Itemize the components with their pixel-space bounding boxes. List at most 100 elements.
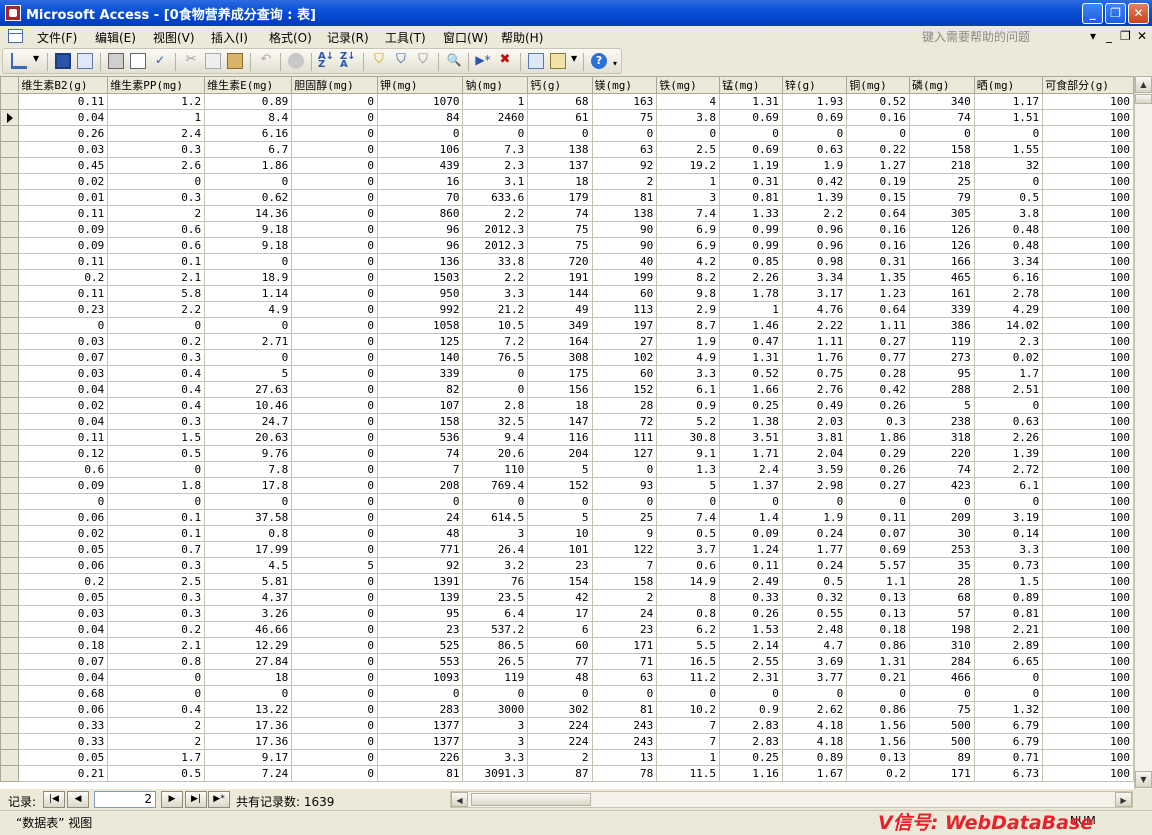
table-row[interactable]: 0.03 0.3 6.7 0 106 7.3 138 63 2.5 0.69 0.63 0.22 158… [0, 141, 1134, 158]
table-cell[interactable]: 1.4 [719, 509, 783, 526]
table-cell[interactable]: 310 [909, 637, 975, 654]
table-row[interactable]: 0.26 2.4 6.16 0 0 0 0 0 0 0 0 0 0 0 100 [0, 125, 1134, 142]
record-selector[interactable] [0, 381, 20, 398]
table-cell[interactable]: 6.16 [973, 269, 1044, 286]
record-selector[interactable] [0, 749, 20, 766]
table-cell[interactable]: 6.7 [204, 141, 293, 158]
table-cell[interactable]: 0.24 [781, 557, 848, 574]
table-cell[interactable]: 0.52 [719, 365, 783, 382]
table-cell[interactable]: 6.9 [656, 221, 721, 238]
table-cell[interactable]: 0.16 [846, 221, 911, 238]
table-cell[interactable]: 57 [909, 605, 975, 622]
table-cell[interactable]: 0.6 [107, 221, 206, 238]
table-cell[interactable]: 72 [591, 413, 658, 430]
table-cell[interactable]: 37.58 [204, 509, 293, 526]
table-cell[interactable]: 2.22 [781, 317, 848, 334]
table-cell[interactable]: 1 [107, 109, 206, 126]
table-cell[interactable]: 2.2 [781, 205, 848, 222]
record-selector[interactable] [0, 541, 20, 558]
table-cell[interactable]: 1.31 [846, 653, 911, 670]
filter-by-selection-icon[interactable]: ⛉ [371, 53, 387, 69]
table-cell[interactable]: 2.2 [462, 205, 529, 222]
table-cell[interactable]: 0 [462, 125, 529, 142]
table-cell[interactable]: 0.3 [846, 413, 911, 430]
table-cell[interactable]: 0 [719, 493, 783, 510]
table-row[interactable]: 0.06 0.4 13.22 0 283 3000 302 81 10.2 0.9 2.62 0.86… [0, 701, 1134, 718]
table-cell[interactable]: 2.51 [973, 381, 1044, 398]
table-cell[interactable]: 100 [1042, 93, 1134, 110]
table-cell[interactable]: 100 [1042, 669, 1134, 686]
table-cell[interactable]: 100 [1042, 221, 1134, 238]
table-cell[interactable]: 3.69 [781, 653, 848, 670]
new-record-icon[interactable]: ▶* [475, 53, 491, 69]
table-cell[interactable]: 0.07 [18, 349, 109, 366]
copy-icon[interactable] [205, 53, 221, 69]
table-cell[interactable]: 0 [291, 381, 378, 398]
table-cell[interactable]: 7.4 [656, 205, 721, 222]
record-selector[interactable] [0, 477, 20, 494]
table-cell[interactable]: 769.4 [462, 477, 529, 494]
table-row[interactable]: 0.11 0.1 0 0 136 33.8 720 40 4.2 0.85 0.98 0.31 166 3… [0, 253, 1134, 270]
table-cell[interactable]: 0.2 [107, 621, 206, 638]
table-cell[interactable]: 10.5 [462, 317, 529, 334]
last-record-button[interactable]: ▶| [185, 791, 207, 808]
record-selector[interactable] [0, 445, 20, 462]
view-dropdown-icon[interactable]: ▼ [33, 54, 39, 63]
table-cell[interactable]: 3091.3 [462, 765, 529, 782]
table-cell[interactable]: 0 [291, 573, 378, 590]
table-cell[interactable]: 3.81 [781, 429, 848, 446]
table-cell[interactable]: 0.48 [973, 237, 1044, 254]
record-selector[interactable] [0, 461, 20, 478]
table-cell[interactable]: 0.32 [781, 589, 848, 606]
table-cell[interactable]: 100 [1042, 733, 1134, 750]
table-cell[interactable]: 71 [591, 653, 658, 670]
table-cell[interactable]: 0.71 [973, 749, 1044, 766]
table-cell[interactable]: 25 [591, 509, 658, 526]
table-cell[interactable]: 0.86 [846, 637, 911, 654]
table-cell[interactable]: 0.24 [781, 525, 848, 542]
first-record-button[interactable]: |◀ [43, 791, 65, 808]
table-cell[interactable]: 0.18 [18, 637, 109, 654]
table-cell[interactable]: 0 [291, 349, 378, 366]
table-cell[interactable]: 0 [107, 317, 206, 334]
table-cell[interactable]: 100 [1042, 317, 1134, 334]
table-cell[interactable]: 224 [527, 717, 593, 734]
table-cell[interactable]: 0.05 [18, 749, 109, 766]
table-cell[interactable]: 0.9 [656, 397, 721, 414]
table-cell[interactable]: 77 [527, 653, 593, 670]
table-cell[interactable]: 0.68 [18, 685, 109, 702]
table-cell[interactable]: 0 [291, 253, 378, 270]
table-cell[interactable]: 2.1 [107, 637, 206, 654]
table-cell[interactable]: 2.1 [107, 269, 206, 286]
table-cell[interactable]: 5.81 [204, 573, 293, 590]
table-row[interactable]: 0.12 0.5 9.76 0 74 20.6 204 127 9.1 1.71 2.04 0.29 2… [0, 445, 1134, 462]
table-cell[interactable]: 90 [591, 221, 658, 238]
table-cell[interactable]: 0 [291, 525, 378, 542]
table-cell[interactable]: 90 [591, 237, 658, 254]
table-cell[interactable]: 24 [591, 605, 658, 622]
table-cell[interactable]: 100 [1042, 269, 1134, 286]
table-cell[interactable]: 107 [376, 397, 464, 414]
table-cell[interactable]: 2 [107, 733, 206, 750]
table-cell[interactable]: 0.03 [18, 365, 109, 382]
table-cell[interactable]: 17.36 [204, 717, 293, 734]
table-row[interactable]: 0.02 0 0 0 16 3.1 18 2 1 0.31 0.42 0.19 25 0 100 [0, 173, 1134, 190]
table-cell[interactable]: 1.76 [781, 349, 848, 366]
table-cell[interactable]: 92 [376, 557, 464, 574]
table-cell[interactable]: 537.2 [462, 621, 529, 638]
table-cell[interactable]: 1.31 [719, 349, 783, 366]
table-cell[interactable]: 9.18 [204, 237, 293, 254]
record-selector[interactable] [0, 509, 20, 526]
table-cell[interactable]: 7.2 [462, 333, 529, 350]
table-cell[interactable]: 26.5 [462, 653, 529, 670]
column-header[interactable]: 镁(mg) [591, 76, 658, 94]
table-row[interactable]: 0.05 0.3 4.37 0 139 23.5 42 2 8 0.33 0.32 0.13 68 0.8… [0, 589, 1134, 606]
table-row[interactable]: 0.04 0 18 0 1093 119 48 63 11.2 2.31 3.77 0.21 466 0 1… [0, 669, 1134, 686]
table-cell[interactable]: 0.28 [846, 365, 911, 382]
table-cell[interactable]: 0.6 [18, 461, 109, 478]
table-cell[interactable]: 1.27 [846, 157, 911, 174]
table-cell[interactable]: 3.19 [973, 509, 1044, 526]
table-cell[interactable]: 0.02 [18, 525, 109, 542]
table-cell[interactable]: 0.27 [846, 333, 911, 350]
table-cell[interactable]: 992 [376, 301, 464, 318]
